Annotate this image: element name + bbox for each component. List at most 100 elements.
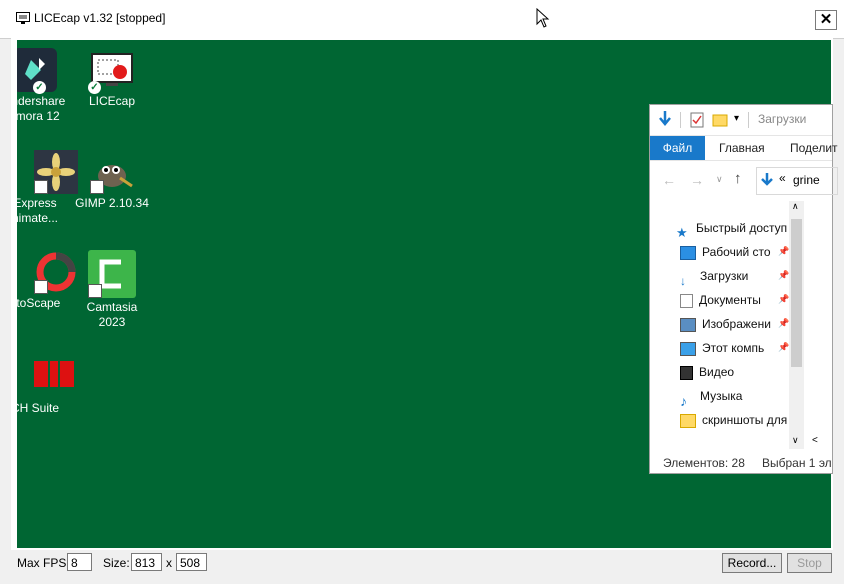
tree-item-label: Музыка [700, 389, 743, 403]
filmora-icon: ✓ [17, 48, 57, 94]
max-fps-label: Max FPS: [17, 556, 70, 570]
explorer-title-bar: ▾ Загрузки [650, 105, 832, 136]
camtasia-icon [88, 250, 136, 298]
scroll-up-icon[interactable]: ∧ [792, 201, 799, 212]
window-title: LICEcap v1.32 [stopped] [34, 11, 166, 25]
desktop-icon-label: LICEcap [88, 94, 136, 108]
tree-item-pictures[interactable]: Изображени [680, 314, 771, 334]
navigation-pane: ★ Быстрый доступ Рабочий сто 📌 ↓ Загрузки … [650, 201, 806, 451]
desktop-icon-label: Express [17, 196, 57, 210]
desktop-icon-gimp[interactable]: GIMP 2.10.34 [72, 150, 152, 211]
status-bar: Элементов: 28 Выбран 1 эл [650, 453, 832, 473]
video-icon [680, 365, 693, 380]
height-input[interactable]: 508 [176, 553, 207, 571]
nch-suite-icon [34, 355, 78, 399]
tab-share[interactable]: Поделит [790, 136, 838, 160]
shortcut-arrow-icon [34, 180, 48, 194]
licecap-toolbar: Max FPS: 8 Size: 813 x 508 Record... Sto… [0, 550, 844, 584]
licecap-app-icon [16, 12, 30, 24]
new-folder-icon[interactable] [712, 113, 728, 127]
download-arrow-icon: ↓ [680, 273, 686, 288]
recent-dropdown-icon[interactable]: ∨ [716, 174, 723, 185]
close-button[interactable]: ✕ [815, 10, 837, 30]
desktop-icon-express-animate[interactable]: Express nimate... [17, 150, 78, 226]
pin-icon[interactable]: 📌 [778, 294, 789, 305]
pin-icon[interactable]: 📌 [778, 246, 789, 257]
desktop-icon-label: ilmora 12 [17, 109, 60, 123]
tree-item-label: Рабочий сто [702, 245, 771, 259]
desktop-icon-photoscape[interactable]: otoScape [17, 250, 76, 311]
tab-file[interactable]: Файл [650, 136, 705, 160]
stop-button[interactable]: Stop [787, 553, 832, 573]
tree-item-label: Документы [699, 293, 761, 307]
tree-item-label: Быстрый доступ [696, 221, 788, 235]
up-arrow-icon[interactable]: ↑ [734, 170, 742, 187]
star-icon: ★ [676, 224, 688, 240]
desktop-icon-filmora[interactable]: ✓ ondershare ilmora 12 [17, 48, 75, 124]
tree-item-screenshots-folder[interactable]: скриншоты для [680, 410, 787, 430]
ribbon-tabs: Файл Главная Поделит [650, 136, 838, 161]
sync-check-icon: ✓ [88, 81, 101, 94]
tab-home[interactable]: Главная [719, 136, 765, 160]
explorer-title: Загрузки [758, 112, 807, 126]
folder-icon [680, 413, 696, 428]
scroll-left-icon[interactable]: < [812, 435, 818, 446]
shortcut-arrow-icon [88, 284, 102, 298]
width-input[interactable]: 813 [131, 553, 162, 571]
tree-item-label: скриншоты для [702, 413, 788, 427]
size-separator: x [166, 556, 172, 570]
desktop-icon-label: CH Suite [17, 401, 60, 415]
pin-icon[interactable]: 📌 [778, 342, 789, 353]
navigation-pane-scrollbar[interactable]: ∧ ∨ [789, 201, 804, 449]
sync-check-icon: ✓ [33, 81, 46, 94]
desktop-icon-nch-suite[interactable]: CH Suite [17, 355, 75, 416]
breadcrumb-overflow-icon[interactable]: « [779, 171, 786, 185]
licecap-icon: ✓ [88, 48, 134, 94]
tree-item-quick-access[interactable]: ★ Быстрый доступ [676, 218, 788, 240]
shortcut-arrow-icon [34, 280, 48, 294]
max-fps-input[interactable]: 8 [67, 553, 92, 571]
gimp-icon [90, 150, 134, 194]
music-note-icon: ♪ [680, 392, 687, 409]
scrollbar-thumb[interactable] [791, 219, 802, 367]
download-arrow-icon [659, 111, 671, 126]
desktop-icon-label: ondershare [17, 94, 66, 108]
pin-icon[interactable]: 📌 [778, 270, 789, 281]
tree-item-videos[interactable]: Видео [680, 362, 734, 382]
pictures-icon [680, 317, 696, 332]
address-text: grine [793, 173, 820, 187]
pin-icon[interactable]: 📌 [778, 318, 789, 329]
item-count: Элементов: 28 [663, 456, 745, 470]
desktop-icon-licecap[interactable]: ✓ LICEcap [72, 48, 152, 109]
selection-count: Выбран 1 эл [762, 456, 832, 470]
navigation-bar: ← → ∨ ↑ « grine [650, 161, 838, 201]
back-arrow-icon[interactable]: ← [662, 172, 676, 188]
tree-item-documents[interactable]: Документы [680, 290, 761, 310]
tree-item-music[interactable]: ♪ Музыка [680, 386, 743, 409]
document-icon [680, 293, 693, 308]
tree-item-downloads[interactable]: ↓ Загрузки [680, 266, 749, 288]
qat-separator [680, 112, 681, 128]
address-bar[interactable]: « grine [756, 167, 838, 195]
qat-dropdown-icon[interactable]: ▾ [734, 113, 739, 124]
desktop-icon-label: Camtasia [86, 300, 138, 314]
tree-item-desktop[interactable]: Рабочий сто [680, 242, 771, 262]
size-label: Size: [103, 556, 130, 570]
shortcut-arrow-icon [90, 180, 104, 194]
desktop-icon-label: GIMP 2.10.34 [75, 196, 149, 210]
desktop-icon-camtasia[interactable]: Camtasia 2023 [72, 250, 152, 330]
desktop-icon-label: nimate... [17, 211, 59, 225]
tree-item-label: Загрузки [700, 269, 749, 283]
record-button[interactable]: Record... [722, 553, 782, 573]
desktop-icon-label: otoScape [17, 296, 61, 310]
file-explorer-window: ▾ Загрузки Файл Главная Поделит ← → ∨ ↑ … [649, 104, 838, 474]
tree-item-label: Этот компь [702, 341, 765, 355]
mouse-cursor-icon [536, 8, 550, 28]
tree-item-label: Видео [699, 365, 735, 379]
scroll-down-icon[interactable]: ∨ [792, 435, 799, 446]
tree-item-label: Изображени [702, 317, 771, 331]
properties-icon[interactable] [690, 112, 704, 128]
forward-arrow-icon[interactable]: → [690, 172, 704, 188]
tree-item-this-pc[interactable]: Этот компь [680, 338, 764, 358]
download-arrow-icon [761, 173, 773, 186]
